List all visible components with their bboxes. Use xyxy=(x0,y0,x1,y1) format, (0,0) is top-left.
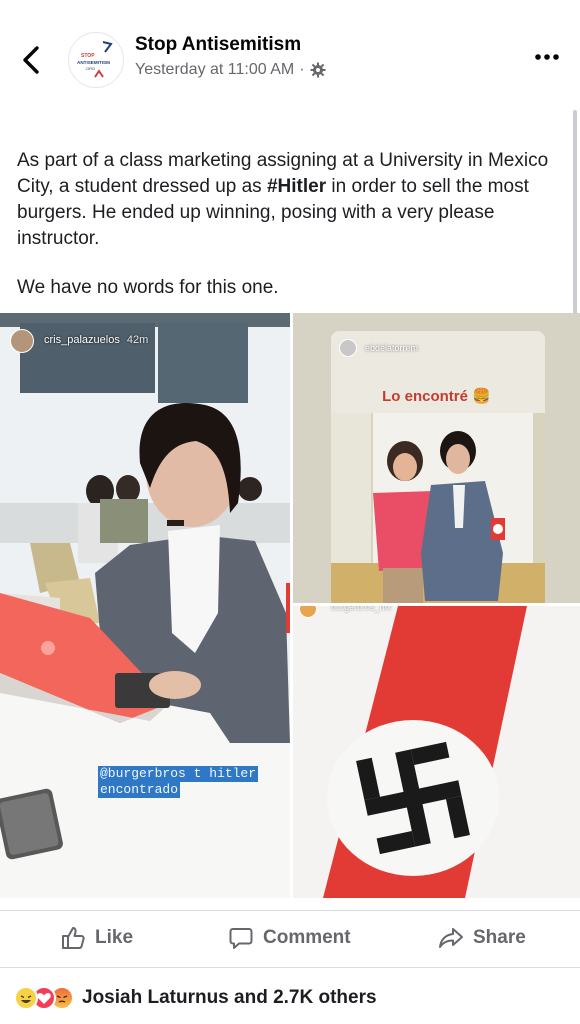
like-button[interactable]: Like xyxy=(60,925,133,951)
story-caption-2: Lo encontré 🍔 xyxy=(382,388,491,405)
photo-classroom[interactable]: cris_palazuelos 42m @burgerbros t hitler… xyxy=(0,313,290,898)
photo-armband-image xyxy=(293,606,580,898)
story-caption: @burgerbros t hitler encontrado xyxy=(98,766,259,798)
haha-icon xyxy=(14,986,38,1010)
photo-classroom-image xyxy=(0,313,290,898)
photo-instructor[interactable]: ebdelatorrem Lo encontré 🍔 xyxy=(293,313,580,603)
reactions-summary[interactable]: Josiah Laturnus and 2.7K others xyxy=(14,985,377,1011)
comment-label: Comment xyxy=(263,927,351,948)
more-options-button[interactable] xyxy=(534,50,560,64)
photo-instructor-image xyxy=(293,313,580,603)
post-header: STOP ANTISEMITISM .ORG Stop Antisemitism… xyxy=(0,22,580,92)
comment-bubble-icon xyxy=(229,928,253,949)
meta-separator: · xyxy=(299,61,305,78)
story-age: 42m xyxy=(126,334,149,346)
comment-button[interactable]: Comment xyxy=(228,925,351,951)
story-username-3: burgerbros_mx xyxy=(331,606,392,612)
hashtag-link[interactable]: #Hitler xyxy=(267,176,326,197)
back-button[interactable] xyxy=(18,42,46,78)
post-meta: Yesterday at 11:00 AM · xyxy=(135,61,326,79)
post-paragraph: As part of a class marketing assigning a… xyxy=(17,150,549,249)
post-body: As part of a class marketing assigning a… xyxy=(17,148,565,301)
post-action-bar: Like Comment Share xyxy=(0,910,580,968)
post-paragraph-2: We have no words for this one. xyxy=(17,277,279,298)
svg-text:.ORG: .ORG xyxy=(85,66,95,71)
story-user-avatar xyxy=(10,329,34,353)
share-button[interactable]: Share xyxy=(438,925,526,951)
page-avatar[interactable]: STOP ANTISEMITISM .ORG xyxy=(68,32,124,88)
story-user-avatar-2 xyxy=(339,339,357,357)
photo-grid: cris_palazuelos 42m @burgerbros t hitler… xyxy=(0,313,580,898)
gear-icon xyxy=(310,62,326,78)
post-timestamp[interactable]: Yesterday at 11:00 AM xyxy=(135,61,294,79)
story-username-2: ebdelatorrem xyxy=(365,343,419,353)
like-label: Like xyxy=(95,927,134,948)
chevron-left-icon xyxy=(23,46,39,74)
svg-text:STOP: STOP xyxy=(81,53,95,59)
story-username: cris_palazuelos 42m xyxy=(44,334,149,346)
svg-text:ANTISEMITISM: ANTISEMITISM xyxy=(77,60,110,65)
more-dots-icon xyxy=(535,54,559,60)
share-arrow-icon xyxy=(439,928,463,948)
share-label: Share xyxy=(473,927,526,948)
photo-armband[interactable]: burgerbros_mx xyxy=(293,606,580,898)
reactions-count[interactable]: Josiah Laturnus and 2.7K others xyxy=(82,987,377,1009)
thumbs-up-icon xyxy=(62,927,85,949)
page-name[interactable]: Stop Antisemitism xyxy=(135,34,301,56)
stop-antisemitism-logo: STOP ANTISEMITISM .ORG xyxy=(77,41,113,78)
